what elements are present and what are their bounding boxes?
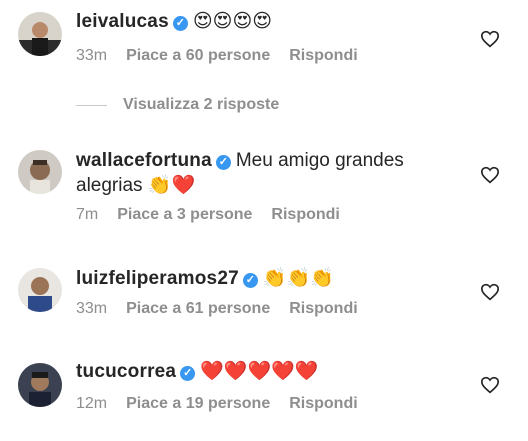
avatar[interactable] [18,12,62,56]
heart-outline-icon[interactable] [480,30,500,48]
comment-text-line2: alegrias [76,175,143,196]
heart-outline-icon[interactable] [480,376,500,394]
avatar-image [18,12,62,56]
avatar[interactable] [18,150,62,194]
view-replies-button[interactable]: Visualizza 2 risposte [76,96,279,114]
comment-text: Meu amigo grandes [235,150,404,171]
comment-meta: 33m Piace a 61 persone Rispondi [76,300,377,318]
comment-time: 12m [76,395,108,412]
comment-body: luizfeliperamos27 ✓ 👏👏👏 [76,266,468,291]
avatar[interactable] [18,268,62,312]
comment-username[interactable]: tucucorrea [76,361,176,382]
verified-badge-icon: ✓ [172,16,188,31]
comment-body: wallacefortuna ✓ Meu amigo grandes alegria… [76,149,468,198]
heart-outline-icon[interactable] [480,166,500,184]
avatar-image [18,150,62,194]
comment-time: 33m [76,47,108,64]
comment-emojis: 👏❤️ [147,174,196,196]
view-replies-label: Visualizza 2 risposte [123,96,280,113]
reply-button[interactable]: Rispondi [289,47,357,64]
comment-likes[interactable]: Piace a 60 persone [126,47,270,64]
comment-username[interactable]: wallacefortuna [76,150,212,171]
comment-body: tucucorrea ✓ ❤️❤️❤️❤️❤️ [76,359,468,384]
comment-time: 33m [76,300,108,317]
verified-badge-icon: ✓ [180,366,196,381]
reply-button[interactable]: Rispondi [271,206,339,223]
verified-badge-icon: ✓ [242,273,258,288]
comment-likes[interactable]: Piace a 61 persone [126,300,270,317]
comment-meta: 33m Piace a 60 persone Rispondi [76,47,377,65]
comment-meta: 12m Piace a 19 persone Rispondi [76,395,377,413]
comment-emojis: 👏👏👏 [262,267,334,289]
avatar-image [18,363,62,407]
comment-emojis: ❤️❤️❤️❤️❤️ [200,360,319,382]
comment-body: leivalucas ✓ 😍😍😍😍 [76,9,468,34]
reply-button[interactable]: Rispondi [289,300,357,317]
avatar[interactable] [18,363,62,407]
comment-username[interactable]: leivalucas [76,11,169,32]
comment-likes[interactable]: Piace a 19 persone [126,395,270,412]
comment-time: 7m [76,206,99,223]
verified-badge-icon: ✓ [215,155,231,170]
comment-meta: 7m Piace a 3 persone Rispondi [76,206,359,224]
reply-button[interactable]: Rispondi [289,395,357,412]
comment-username[interactable]: luizfeliperamos27 [76,268,239,289]
comment-emojis: 😍😍😍😍 [192,10,273,32]
comment-likes[interactable]: Piace a 3 persone [117,206,252,223]
heart-outline-icon[interactable] [480,283,500,301]
thread-divider [76,104,107,106]
avatar-image [18,268,62,312]
